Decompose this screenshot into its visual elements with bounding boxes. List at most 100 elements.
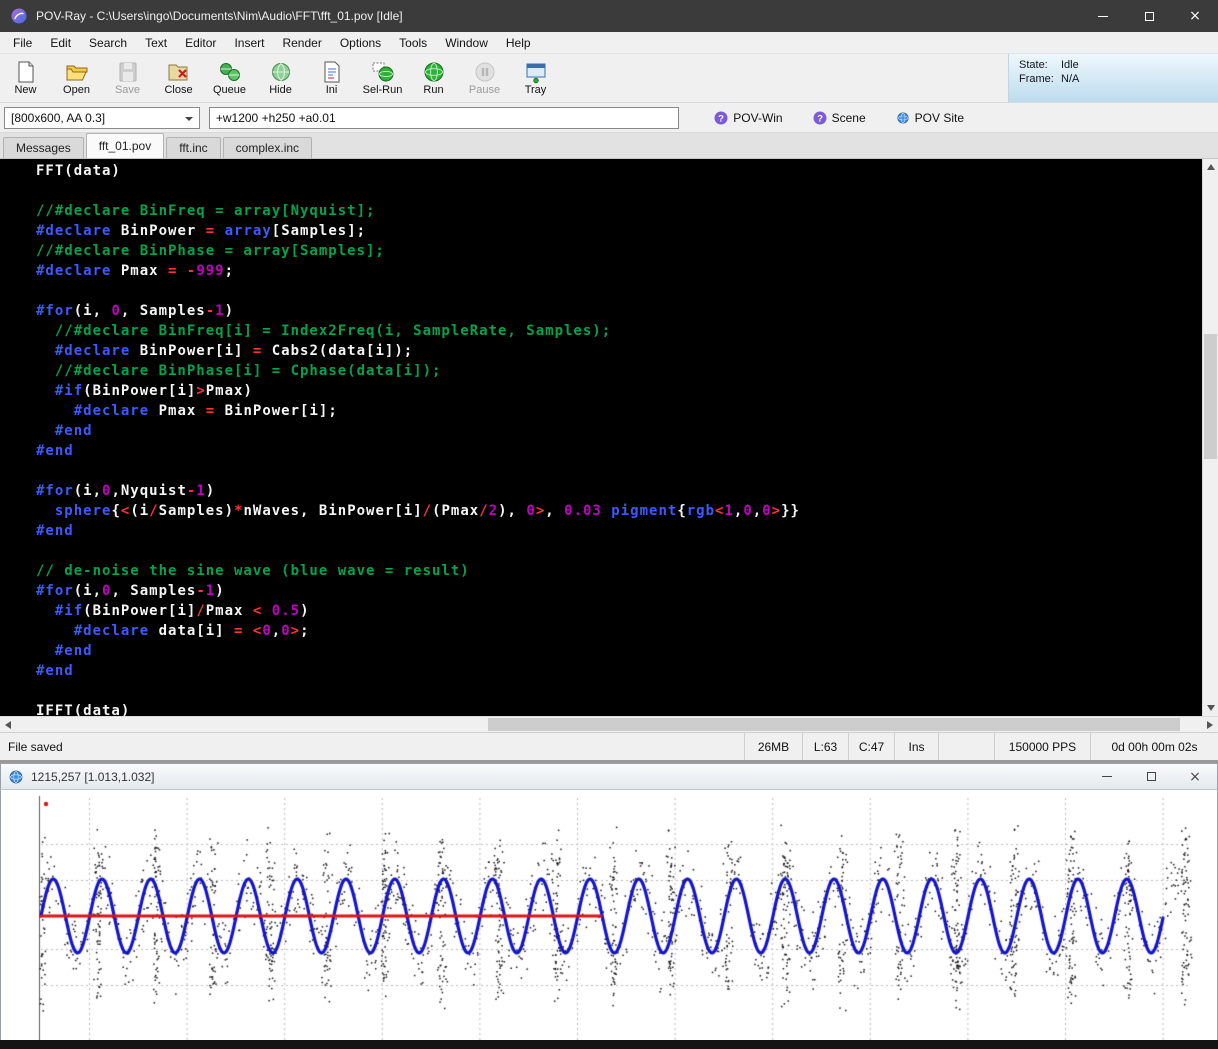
render-state-panel: State:Idle Frame:N/A [1008,54,1218,102]
window-title: POV-Ray - C:\Users\ingo\Documents\Nim\Au… [36,9,403,23]
frame-value: N/A [1061,72,1079,86]
tool-button-label: Queue [213,84,246,96]
code-line: #for(i, 0, Samples-1) [36,303,1202,323]
render-maximize-button[interactable] [1129,764,1173,789]
scene-link[interactable]: ?Scene [813,111,866,125]
status-cell: L:63 [802,733,848,760]
code-area[interactable]: FFT(data) //#declare BinFreq = array[Nyq… [0,159,1202,716]
tab-fft-inc[interactable]: fft.inc [166,137,220,158]
state-value: Idle [1061,58,1079,72]
queue-button[interactable]: Queue [204,54,255,102]
help-question-icon: ? [714,111,728,125]
scroll-up-button[interactable] [1203,159,1218,175]
render-window-title-bar: 1215,257 [1.013,1.032] × [0,763,1218,790]
menu-insert[interactable]: Insert [225,33,273,53]
code-line [36,543,1202,563]
arrow-left-icon [5,721,11,729]
maximize-icon [1147,772,1156,781]
scroll-down-button[interactable] [1203,700,1218,716]
render-window-title: 1215,257 [1.013,1.032] [31,770,154,784]
code-line: //#declare BinPhase[i] = Cphase(data[i])… [36,363,1202,383]
code-line [36,283,1202,303]
render-preview-image [1,790,1217,1040]
code-line: #declare data[i] = <0,0>; [36,623,1202,643]
hide-icon [269,60,293,84]
vertical-scrollbar-thumb[interactable] [1204,334,1217,459]
horizontal-scrollbar[interactable] [0,716,1218,732]
render-minimize-button[interactable] [1085,764,1129,789]
new-button[interactable]: New [0,54,51,102]
status-cell: 26MB [744,733,802,760]
link-label: POV Site [915,111,964,125]
menu-file[interactable]: File [4,33,41,53]
run-button[interactable]: Run [408,54,459,102]
minimize-icon [1102,776,1112,778]
menu-window[interactable]: Window [436,33,497,53]
render-preview-area [0,790,1218,1040]
vertical-scrollbar[interactable] [1202,159,1218,716]
close-icon: × [1189,9,1201,23]
menu-editor[interactable]: Editor [176,33,225,53]
new-document-icon [14,60,38,84]
sel-run-button[interactable]: Sel-Run [357,54,408,102]
tool-button-label: Pause [469,84,500,96]
code-line: sphere{<(i/Samples)*nWaves, BinPower[i]/… [36,503,1202,523]
save-button: Save [102,54,153,102]
code-line: // de-noise the sine wave (blue wave = r… [36,563,1202,583]
code-line: #end [36,443,1202,463]
app-icon [10,7,28,25]
tool-button-label: New [14,84,36,96]
close-button[interactable]: Close [153,54,204,102]
render-preset-dropdown[interactable]: [800x600, AA 0.3] [4,107,200,129]
render-close-button[interactable]: × [1173,764,1217,789]
render-preset-value: [800x600, AA 0.3] [11,111,105,125]
close-file-icon [167,60,191,84]
code-line: //#declare BinFreq[i] = Index2Freq(i, Sa… [36,323,1202,343]
scroll-right-button[interactable] [1202,717,1218,733]
tray-icon [524,60,548,84]
close-button[interactable]: × [1172,0,1218,32]
bottom-strip [0,1040,1218,1049]
toolbar-buttons: New Open SaveClose Queue HideIniSel-Run Run Pa… [0,54,561,102]
menu-help[interactable]: Help [497,33,540,53]
sel-run-icon [371,60,395,84]
render-command-input[interactable] [209,107,679,129]
open-button[interactable]: Open [51,54,102,102]
status-cells: 26MBL:63C:47Ins150000 PPS0d 00h 00m 02s [744,733,1218,760]
tool-button-label: Run [423,84,443,96]
code-line: //#declare BinFreq = array[Nyquist]; [36,203,1202,223]
menu-options[interactable]: Options [331,33,390,53]
tray-button[interactable]: Tray [510,54,561,102]
arrow-down-icon [1207,705,1215,711]
tab-messages[interactable]: Messages [3,137,84,158]
tool-button-label: Open [63,84,90,96]
tab-complex-inc[interactable]: complex.inc [223,137,312,158]
menu-text[interactable]: Text [136,33,176,53]
status-cell: Ins [894,733,938,760]
tab-fft-01-pov[interactable]: fft_01.pov [86,133,165,158]
menu-tools[interactable]: Tools [390,33,436,53]
pause-button: Pause [459,54,510,102]
minimize-button[interactable] [1080,0,1126,32]
code-line: #end [36,663,1202,683]
hide-button[interactable]: Hide [255,54,306,102]
horizontal-scrollbar-thumb[interactable] [488,718,1180,731]
maximize-button[interactable] [1126,0,1172,32]
ini-button[interactable]: Ini [306,54,357,102]
menu-edit[interactable]: Edit [41,33,80,53]
svg-text:?: ? [718,113,724,124]
scroll-left-button[interactable] [0,717,16,733]
code-line: #for(i,0, Samples-1) [36,583,1202,603]
menu-bar: FileEditSearchTextEditorInsertRenderOpti… [0,32,1218,54]
code-line [36,463,1202,483]
code-line: #declare Pmax = BinPower[i]; [36,403,1202,423]
pause-icon [473,60,497,84]
menu-search[interactable]: Search [80,33,136,53]
code-line: #end [36,423,1202,443]
help-question-icon: ? [813,111,827,125]
editor: FFT(data) //#declare BinFreq = array[Nyq… [0,159,1218,716]
pov-win-link[interactable]: ?POV-Win [714,111,782,125]
pov-site-link[interactable]: POV Site [896,111,964,125]
code-line: #end [36,523,1202,543]
menu-render[interactable]: Render [273,33,330,53]
